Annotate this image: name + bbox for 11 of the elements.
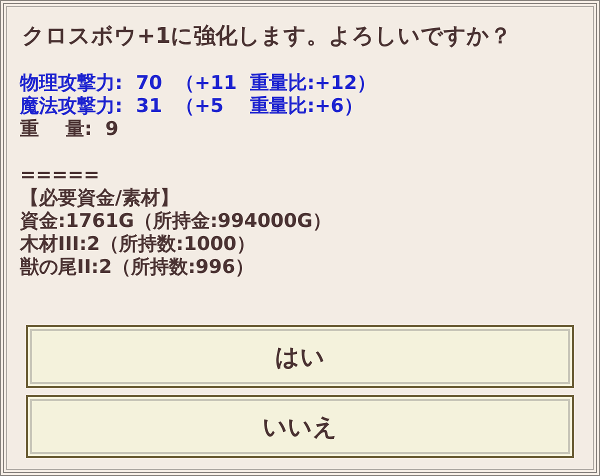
divider-text: ===== [20, 164, 101, 187]
confirm-message: クロスボウ+1に強化します。よろしいですか？ [22, 23, 513, 51]
stat-line: 重 量: 9 [20, 118, 120, 141]
stat-line: 魔法攻撃力: 31 （+5 重量比:+6） [20, 95, 364, 118]
requirements-heading: 【必要資金/素材】 [20, 187, 180, 210]
yes-button[interactable]: はい [26, 325, 574, 388]
no-button[interactable]: いいえ [26, 395, 574, 458]
stat-line: 物理攻撃力: 70 （+11 重量比:+12） [20, 72, 378, 95]
requirement-line: 木材III:2（所持数:1000） [20, 233, 257, 256]
requirement-line: 資金:1761G（所持金:994000G） [20, 210, 333, 233]
requirement-line: 獣の尾II:2（所持数:996） [20, 256, 256, 279]
